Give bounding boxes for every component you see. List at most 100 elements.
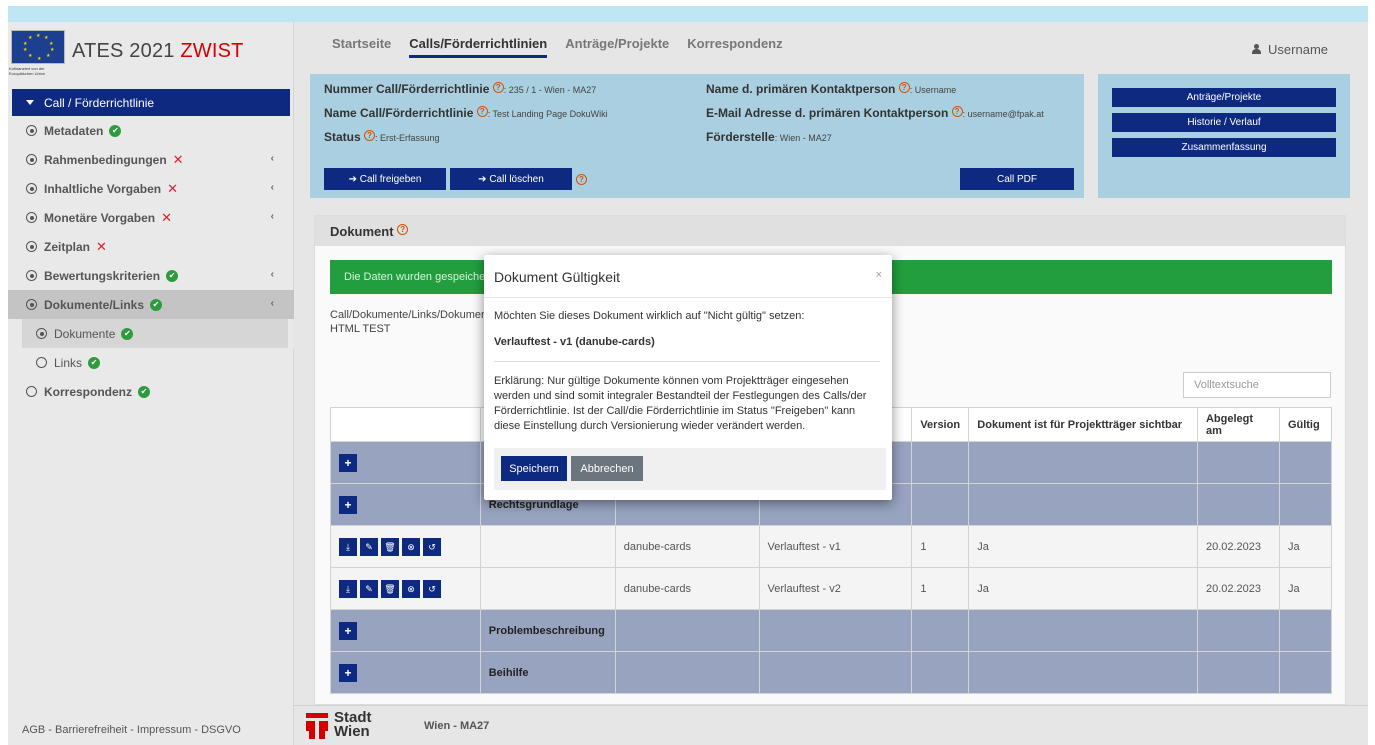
add-button[interactable]: + bbox=[339, 495, 357, 514]
sidebar-item-zeitplan[interactable]: Zeitplan ✕ bbox=[8, 232, 294, 261]
status-field: Status ?: Erst-Erfassung bbox=[324, 130, 440, 144]
side-actions-panel: Anträge/Projekte Historie / Verlauf Zusa… bbox=[1098, 74, 1350, 198]
modal-footer: Speichern Abbrechen bbox=[494, 448, 886, 490]
invalidate-icon[interactable]: ⊗ bbox=[402, 579, 420, 598]
delete-icon[interactable]: 🗑 bbox=[381, 537, 399, 556]
department-label: Wien - MA27 bbox=[424, 720, 490, 732]
validity-modal: Dokument Gültigkeit × Möchten Sie dieses… bbox=[484, 255, 892, 500]
help-icon[interactable]: ? bbox=[951, 106, 963, 117]
help-icon[interactable]: ? bbox=[492, 82, 504, 93]
sidebar-item-dokumente-links[interactable]: Dokumente/Links ✔ ‹ bbox=[8, 290, 294, 319]
search-input[interactable]: Volltextsuche bbox=[1183, 372, 1331, 398]
radio-empty-icon bbox=[26, 386, 37, 397]
help-icon[interactable]: ? bbox=[576, 174, 587, 185]
user-menu[interactable]: Username bbox=[1252, 42, 1328, 57]
call-freigeben-button[interactable]: ➔ Call freigeben bbox=[324, 168, 446, 190]
user-icon bbox=[1252, 44, 1262, 54]
modal-separator bbox=[494, 361, 880, 362]
delete-icon[interactable]: 🗑 bbox=[381, 579, 399, 598]
help-icon[interactable]: ? bbox=[898, 82, 910, 93]
add-button[interactable]: + bbox=[339, 663, 357, 682]
nummer-field: Nummer Call/Förderrichtlinie ?: 235 / 1 … bbox=[324, 82, 597, 96]
modal-explanation: Erklärung: Nur gültige Dokumente können … bbox=[494, 375, 867, 432]
kontakt-field: Name d. primären Kontaktperson ?: Userna… bbox=[706, 82, 957, 96]
modal-title: Dokument Gültigkeit bbox=[494, 269, 621, 285]
sidebar-item-dokumente[interactable]: Dokumente ✔ bbox=[22, 319, 294, 348]
radio-dot-icon bbox=[26, 183, 37, 194]
app-title[interactable]: ATES 2021 ZWIST bbox=[72, 40, 244, 63]
sidebar-item-call[interactable]: Call / Förderrichtlinie bbox=[12, 89, 290, 116]
document-heading: Dokument ? bbox=[315, 216, 1345, 246]
tab-korrespondenz[interactable]: Korrespondenz bbox=[687, 36, 782, 58]
breadcrumb: Call/Dokumente/Links/Dokumente HTML TEST bbox=[330, 309, 497, 335]
radio-dot-icon bbox=[26, 299, 37, 310]
check-icon: ✔ bbox=[138, 385, 151, 398]
error-icon: ✕ bbox=[96, 238, 107, 254]
page-footer: Stadt Wien Wien - MA27 bbox=[294, 705, 1368, 745]
download-icon[interactable]: ⤓ bbox=[339, 537, 357, 556]
zusammenfassung-button[interactable]: Zusammenfassung bbox=[1112, 138, 1336, 157]
footer-links[interactable]: AGB - Barrierefreiheit - Impressum - DSG… bbox=[22, 724, 241, 736]
edit-icon[interactable]: ✎ bbox=[360, 537, 378, 556]
save-button[interactable]: Speichern bbox=[501, 456, 567, 481]
table-row: + Beihilfe bbox=[330, 651, 1333, 694]
check-icon: ✔ bbox=[109, 124, 122, 137]
radio-dot-icon bbox=[26, 212, 37, 223]
foerderstelle-field: Förderstelle: Wien - MA27 bbox=[706, 130, 832, 144]
eu-caption: Kofinanziert von der Europäischen Union bbox=[9, 66, 46, 76]
radio-dot-icon bbox=[26, 270, 37, 281]
cancel-button[interactable]: Abbrechen bbox=[571, 456, 643, 481]
help-icon[interactable]: ? bbox=[476, 106, 488, 117]
check-icon: ✔ bbox=[88, 356, 101, 369]
column-sichtbar[interactable]: Dokument ist für Projektträger sichtbar bbox=[968, 407, 1198, 442]
check-icon: ✔ bbox=[150, 298, 163, 311]
call-pdf-button[interactable]: Call PDF bbox=[960, 168, 1074, 190]
close-icon[interactable]: × bbox=[876, 269, 882, 281]
sidebar-item-rahmenbedingungen[interactable]: Rahmenbedingungen ✕ ‹ bbox=[8, 145, 294, 174]
tab-startseite[interactable]: Startseite bbox=[332, 36, 391, 58]
call-info-panel: Nummer Call/Förderrichtlinie ?: 235 / 1 … bbox=[310, 74, 1084, 198]
stadt-wien-text: Stadt Wien bbox=[334, 709, 372, 740]
historie-verlauf-button[interactable]: Historie / Verlauf bbox=[1112, 113, 1336, 132]
chevron-left-icon: ‹ bbox=[270, 211, 274, 222]
email-field: E-Mail Adresse d. primären Kontaktperson… bbox=[706, 106, 1044, 120]
download-icon[interactable]: ⤓ bbox=[339, 579, 357, 598]
radio-dot-icon bbox=[26, 125, 37, 136]
help-icon[interactable]: ? bbox=[364, 130, 376, 141]
help-icon[interactable]: ? bbox=[397, 224, 409, 235]
column-version[interactable]: Version bbox=[911, 407, 970, 442]
stadt-wien-logo-icon bbox=[306, 713, 328, 741]
antraege-projekte-button[interactable]: Anträge/Projekte bbox=[1112, 88, 1336, 107]
add-button[interactable]: + bbox=[339, 453, 357, 472]
chevron-left-icon: ‹ bbox=[270, 269, 274, 280]
chevron-left-icon: ‹ bbox=[270, 153, 274, 164]
tab-calls[interactable]: Calls/Förderrichtlinien bbox=[409, 36, 548, 58]
sidebar-item-links[interactable]: Links ✔ bbox=[8, 348, 294, 377]
call-loeschen-button[interactable]: ➔ Call löschen bbox=[450, 168, 572, 190]
tab-antraege[interactable]: Anträge/Projekte bbox=[565, 36, 669, 58]
eu-flag-icon: ★ ★ ★ ★ ★ ★ ★ ★ ★ ★ bbox=[11, 30, 65, 64]
error-icon: ✕ bbox=[167, 180, 179, 196]
history-icon[interactable]: ↺ bbox=[423, 579, 441, 598]
sidebar-item-monetaere-vorgaben[interactable]: Monetäre Vorgaben ✕ ‹ bbox=[8, 203, 294, 232]
edit-icon[interactable]: ✎ bbox=[360, 579, 378, 598]
sidebar-item-inhaltliche-vorgaben[interactable]: Inhaltliche Vorgaben ✕ ‹ bbox=[8, 174, 294, 203]
history-icon[interactable]: ↺ bbox=[423, 537, 441, 556]
sidebar-item-korrespondenz[interactable]: Korrespondenz ✔ bbox=[8, 377, 294, 406]
table-row: ⤓ ✎ 🗑 ⊗ ↺ danube-cards Verlauftest - v1 1 Ja… bbox=[330, 525, 1333, 568]
column-abgelegt[interactable]: Abgelegt am bbox=[1196, 407, 1280, 442]
column-gueltig[interactable]: Gültig bbox=[1278, 407, 1333, 442]
modal-divider bbox=[484, 297, 892, 298]
sidebar-item-metadaten[interactable]: Metadaten ✔ bbox=[8, 116, 294, 145]
error-icon: ✕ bbox=[172, 151, 184, 167]
add-button[interactable]: + bbox=[339, 621, 357, 640]
sidebar: ★ ★ ★ ★ ★ ★ ★ ★ ★ ★ Kofinanziert von der Europ… bbox=[8, 22, 294, 745]
invalidate-icon[interactable]: ⊗ bbox=[402, 537, 420, 556]
sidebar-item-bewertungskriterien[interactable]: Bewertungskriterien ✔ ‹ bbox=[8, 261, 294, 290]
modal-question: Möchten Sie dieses Dokument wirklich auf… bbox=[494, 310, 805, 322]
modal-document-name: Verlauftest - v1 (danube-cards) bbox=[494, 336, 655, 348]
check-icon: ✔ bbox=[166, 269, 179, 282]
radio-empty-icon bbox=[36, 357, 47, 368]
radio-dot-icon bbox=[36, 328, 47, 339]
caret-down-icon bbox=[26, 100, 34, 105]
